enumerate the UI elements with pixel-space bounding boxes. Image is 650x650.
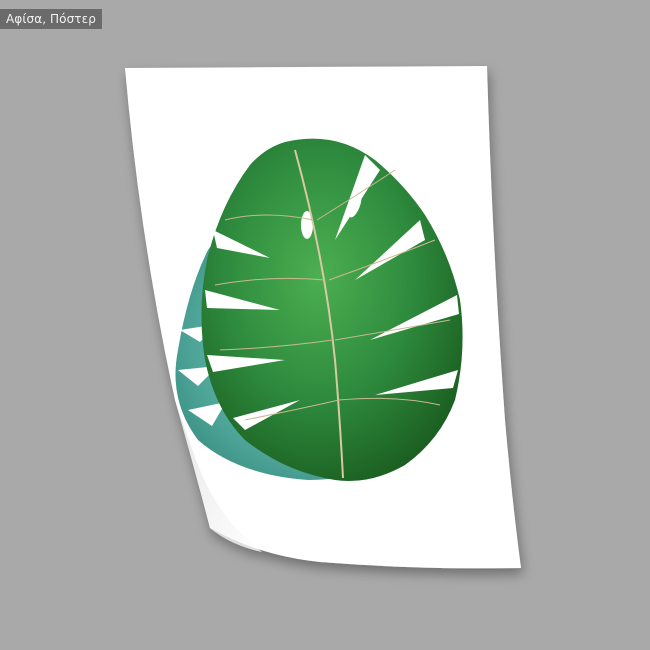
poster-illustration: [125, 66, 521, 569]
product-image: Αφίσα, Πόστερ: [0, 0, 650, 650]
